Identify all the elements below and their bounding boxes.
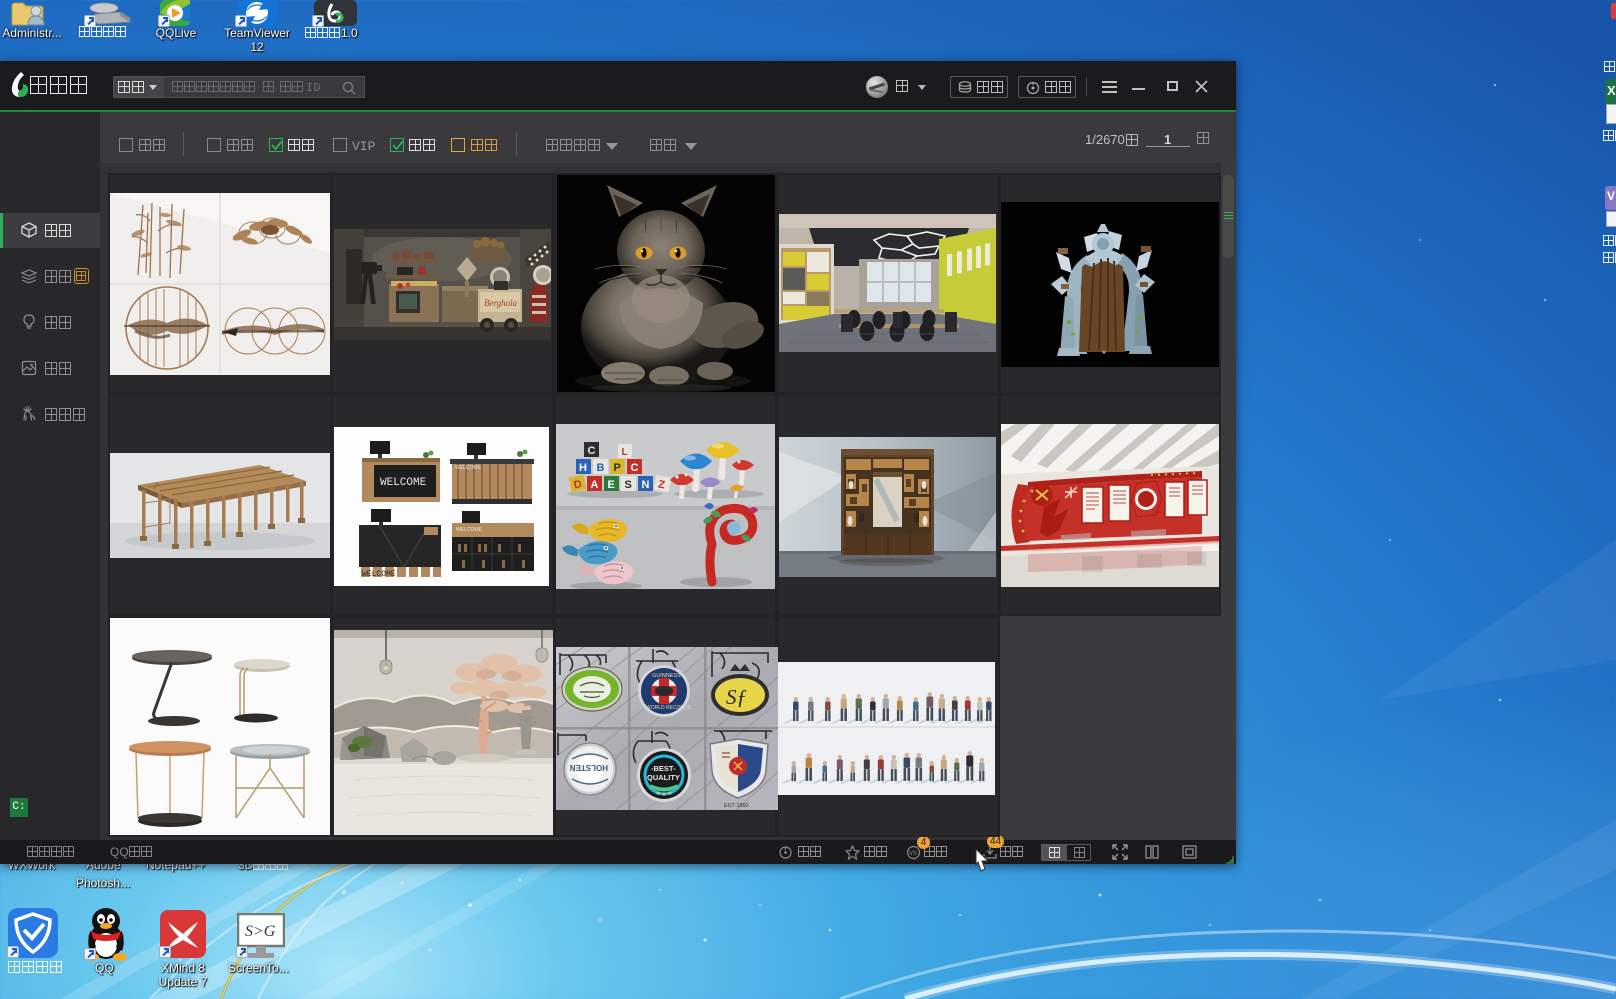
svg-text:S: S — [625, 479, 632, 491]
svg-text:WELCOME: WELCOME — [362, 570, 396, 579]
svg-text:P: P — [614, 462, 621, 474]
svg-text:B: B — [597, 462, 605, 474]
svg-text:N: N — [642, 479, 650, 491]
svg-text:GUINNESS: GUINNESS — [652, 673, 681, 679]
svg-text:-BEST-: -BEST- — [651, 764, 676, 773]
svg-text:HOLSTEN: HOLSTEN — [570, 763, 608, 772]
svg-text:WELCOME: WELCOME — [455, 465, 482, 471]
svg-text:C: C — [631, 462, 639, 474]
svg-text:VS: VS — [909, 851, 917, 857]
svg-text:A: A — [591, 479, 599, 491]
svg-text:H: H — [579, 462, 587, 474]
svg-text:QUALITY: QUALITY — [647, 773, 680, 782]
svg-text:WELCOME: WELCOME — [456, 527, 483, 533]
svg-text:C: C — [588, 445, 596, 457]
svg-text:EST·1892: EST·1892 — [724, 803, 749, 809]
svg-text:WORLD RECORDS: WORLD RECORDS — [646, 705, 692, 711]
svg-text:S>G: S>G — [245, 923, 276, 940]
svg-text:WELCOME: WELCOME — [380, 477, 427, 489]
svg-text:Berghola: Berghola — [484, 298, 518, 308]
svg-text:E: E — [608, 479, 615, 491]
svg-text:Sƒ: Sƒ — [726, 685, 747, 709]
svg-text:L: L — [622, 447, 628, 458]
